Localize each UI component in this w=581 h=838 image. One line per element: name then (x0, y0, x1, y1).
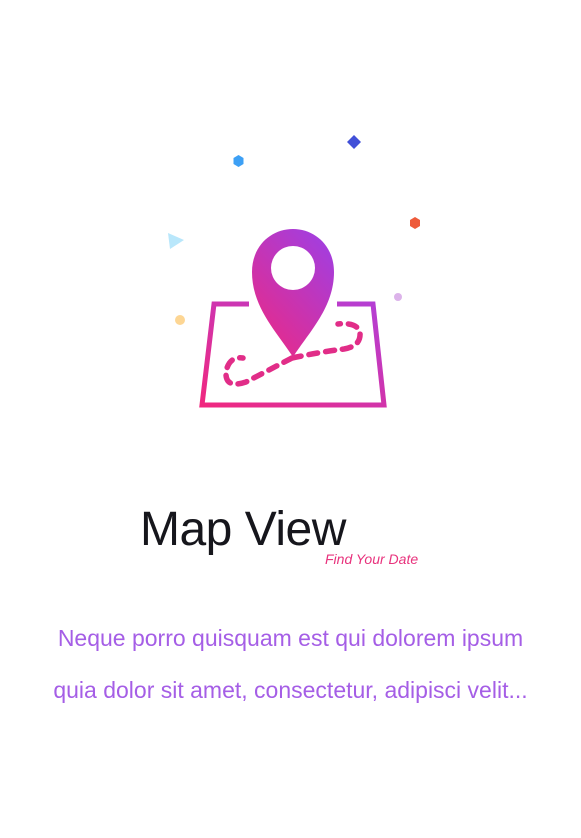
confetti-cyan-triangle (168, 233, 184, 249)
screen-description: Neque porro quisquam est qui dolorem ips… (53, 625, 528, 703)
location-pin-hole (271, 246, 315, 290)
confetti-indigo-diamond (347, 135, 361, 149)
confetti-red-hexagon (410, 217, 420, 229)
screen-title: Map View (140, 503, 346, 556)
confetti-lilac-dot (394, 293, 402, 301)
map-illustration (168, 135, 420, 408)
screen-tagline: Find Your Date (325, 551, 419, 567)
confetti-yellow-dot (175, 315, 185, 325)
confetti-blue-hexagon (233, 155, 244, 167)
